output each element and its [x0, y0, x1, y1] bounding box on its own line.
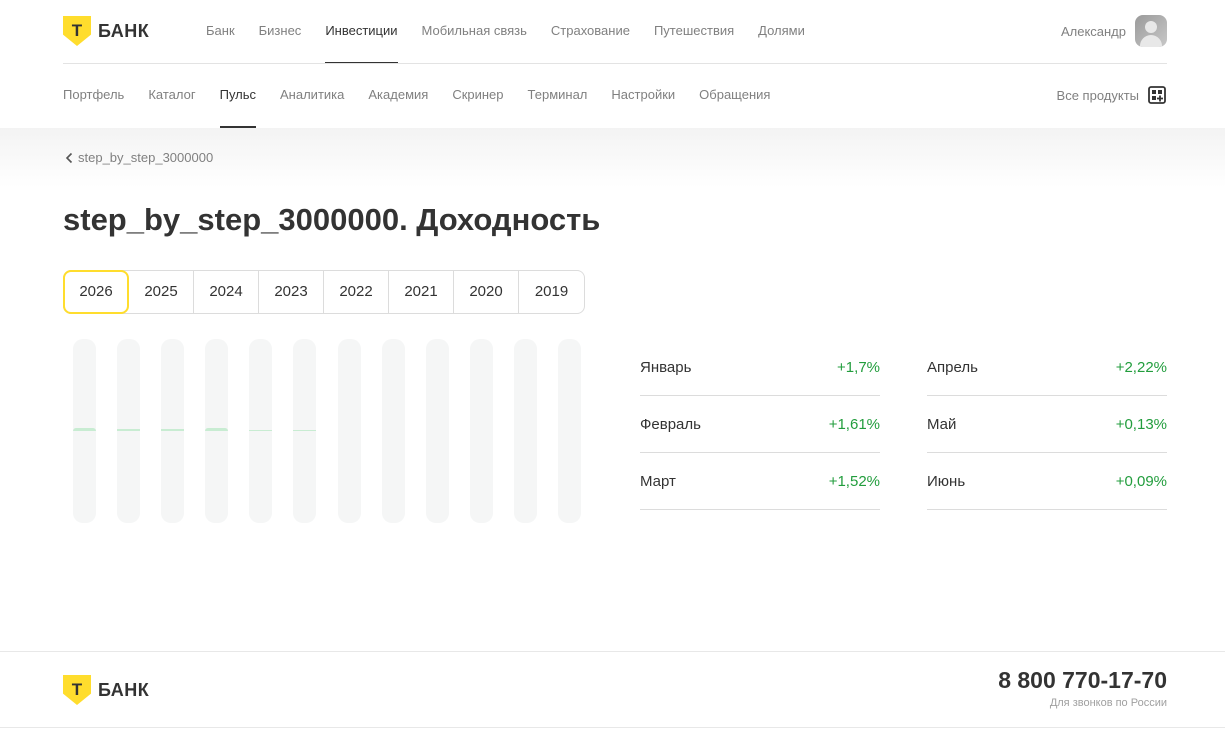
return-value: +1,61% [828, 415, 880, 433]
return-month: Январь [640, 358, 692, 376]
main-nav: Банк Бизнес Инвестиции Мобильная связь Страх… [206, 0, 829, 64]
return-value: +1,52% [828, 472, 880, 490]
sub-nav-item[interactable]: Аналитика [280, 64, 344, 128]
footer-logo[interactable]: T БАНК [63, 675, 149, 705]
month-bar-track [205, 339, 228, 523]
return-month: Апрель [927, 358, 978, 376]
sub-nav-item[interactable]: Портфель [63, 64, 124, 128]
sub-nav-item[interactable]: Настройки [611, 64, 675, 128]
year-tab[interactable]: 2025 [129, 271, 194, 313]
return-value: +0,09% [1115, 472, 1167, 490]
return-row: Апрель +2,22% [927, 339, 1167, 396]
year-tab[interactable]: 2019 [519, 271, 584, 313]
month-bar-track [161, 339, 184, 523]
month-bar-value [117, 428, 140, 431]
return-value: +1,7% [837, 358, 880, 376]
month-bar-track [558, 339, 581, 523]
return-row: Февраль +1,61% [640, 396, 880, 453]
grid-plus-icon[interactable] [1147, 85, 1167, 105]
return-month: Февраль [640, 415, 701, 433]
top-header: T БАНК Банк Бизнес Инвестиции Мобильная свя… [0, 0, 1225, 64]
year-tab[interactable]: 2026 [63, 270, 129, 314]
month-bar-track [426, 339, 449, 523]
breadcrumb[interactable]: step_by_step_3000000 [65, 150, 213, 165]
month-bar-track [514, 339, 537, 523]
footer-phone-note: Для звонков по России [1049, 697, 1167, 709]
month-bar-track [293, 339, 316, 523]
logo-text: БАНК [98, 20, 150, 41]
main-nav-item[interactable]: Бизнес [259, 0, 302, 64]
return-month: Март [640, 472, 676, 490]
main-nav-item[interactable]: Инвестиции [325, 0, 398, 64]
return-month: Май [927, 415, 957, 433]
month-bar-value [249, 429, 272, 431]
user-menu[interactable]: Александр [1061, 15, 1167, 47]
page-title: step_by_step_3000000. Доходность [63, 202, 601, 237]
breadcrumb-label[interactable]: step_by_step_3000000 [78, 150, 213, 165]
month-bar-track [73, 339, 96, 523]
user-name[interactable]: Александр [1061, 24, 1126, 39]
month-bar-track [249, 339, 272, 523]
month-bar-track [117, 339, 140, 523]
month-bar-value [293, 429, 316, 431]
return-row: Январь +1,7% [640, 339, 880, 396]
chevron-left-icon[interactable] [65, 152, 73, 164]
sub-nav-item[interactable]: Терминал [528, 64, 588, 128]
month-bar-value [205, 427, 228, 431]
footer-divider [0, 651, 1225, 652]
sub-nav: Портфель Каталог Пульс Аналитика Академия Скр… [63, 64, 794, 128]
sub-nav-item[interactable]: Обращения [699, 64, 770, 128]
month-bar-track [338, 339, 361, 523]
year-tabs: 2026 2025 2024 2023 2022 2021 2020 2019 [63, 270, 585, 314]
year-tab[interactable]: 2022 [324, 271, 389, 313]
return-value: +0,13% [1115, 415, 1167, 433]
main-nav-item[interactable]: Путешествия [654, 0, 734, 64]
logo-shield-icon: T [63, 16, 91, 46]
all-products-label[interactable]: Все продукты [1057, 88, 1139, 103]
year-tab[interactable]: 2024 [194, 271, 259, 313]
year-tab[interactable]: 2021 [389, 271, 454, 313]
sub-nav-item[interactable]: Пульс [219, 64, 257, 128]
main-nav-item[interactable]: Долями [758, 0, 805, 64]
footer-bottom-line [0, 727, 1225, 728]
main-nav-item[interactable]: Страхование [551, 0, 630, 64]
month-bar-track [382, 339, 405, 523]
return-row: Июнь +0,09% [927, 453, 1167, 510]
sub-nav-item[interactable]: Каталог [148, 64, 195, 128]
return-row: Май +0,13% [927, 396, 1167, 453]
all-products-button[interactable]: Все продукты [1057, 85, 1167, 105]
bank-logo[interactable]: T БАНК [63, 16, 149, 46]
avatar[interactable] [1135, 15, 1167, 47]
sub-nav-item[interactable]: Академия [368, 64, 428, 128]
year-tab[interactable]: 2023 [259, 271, 324, 313]
return-row: Март +1,52% [640, 453, 880, 510]
returns-column-left: Январь +1,7% Февраль +1,61% Март +1,52% [640, 339, 880, 510]
monthly-returns-chart [73, 339, 581, 523]
logo-text: БАНК [98, 679, 150, 700]
return-value: +2,22% [1115, 358, 1167, 376]
return-month: Июнь [927, 472, 966, 490]
month-bar-track [470, 339, 493, 523]
year-tab[interactable]: 2020 [454, 271, 519, 313]
footer-phone[interactable]: 8 800 770-17-70 [998, 667, 1167, 694]
sub-nav-item[interactable]: Скринер [452, 64, 503, 128]
main-nav-item[interactable]: Мобильная связь [422, 0, 527, 64]
main-nav-item[interactable]: Банк [206, 0, 235, 64]
logo-shield-icon: T [63, 675, 91, 705]
month-bar-value [161, 428, 184, 431]
month-bar-value [73, 428, 96, 431]
returns-column-right: Апрель +2,22% Май +0,13% Июнь +0,09% [927, 339, 1167, 510]
